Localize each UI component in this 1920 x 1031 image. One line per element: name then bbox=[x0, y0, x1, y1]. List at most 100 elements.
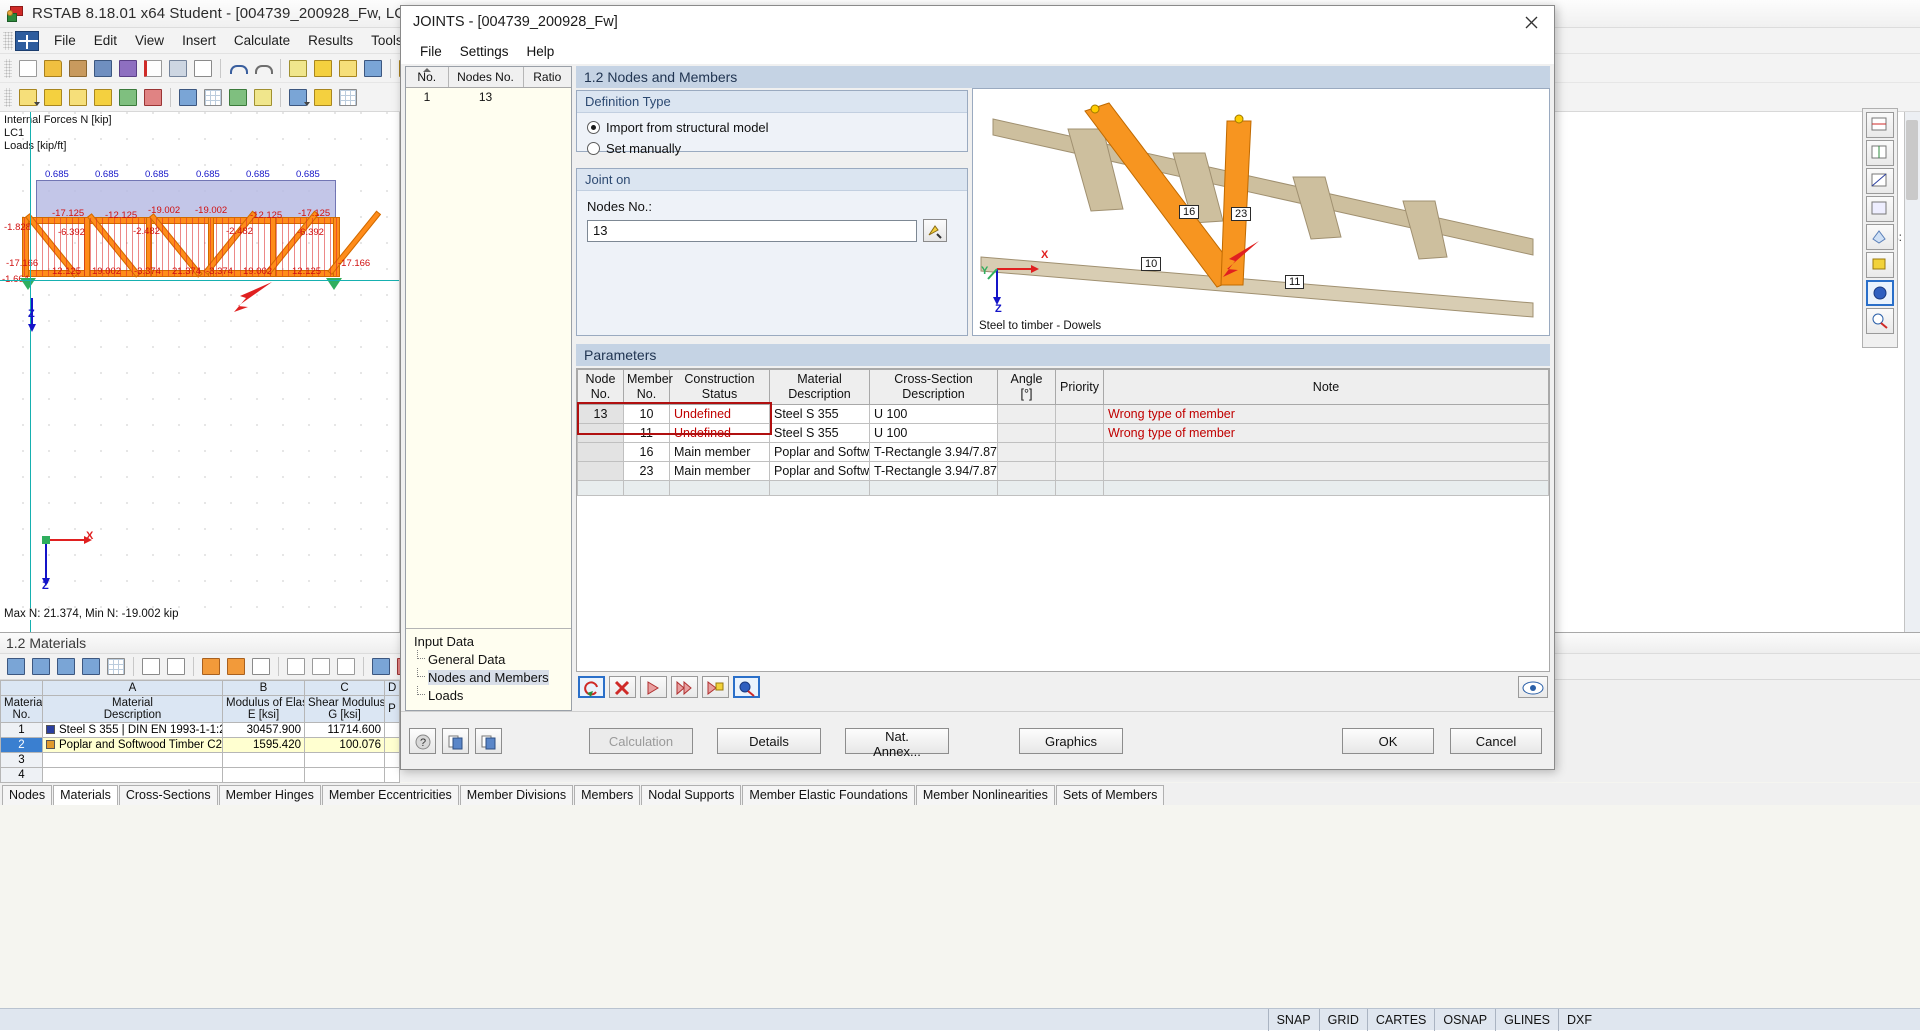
table-nodes-icon[interactable] bbox=[4, 655, 28, 678]
table-sections-icon[interactable] bbox=[54, 655, 78, 678]
cell-priority[interactable] bbox=[1056, 424, 1104, 443]
shear-modulus[interactable] bbox=[305, 768, 385, 783]
menu-file[interactable]: File bbox=[45, 29, 85, 52]
menu-view[interactable]: View bbox=[126, 29, 173, 52]
list-item[interactable]: 1 13 bbox=[406, 88, 571, 107]
cell-cross-section[interactable]: T-Rectangle 3.94/7.87 bbox=[870, 462, 998, 481]
tab-member-elastic-foundations[interactable]: Member Elastic Foundations bbox=[742, 785, 914, 805]
select-objects-icon[interactable] bbox=[361, 57, 385, 80]
save-icon[interactable] bbox=[116, 57, 140, 80]
cell-note[interactable]: Wrong type of member bbox=[1104, 405, 1549, 424]
eye-icon[interactable] bbox=[1518, 676, 1548, 698]
table-refresh-icon[interactable] bbox=[249, 655, 273, 678]
status-glines[interactable]: GLINES bbox=[1495, 1009, 1558, 1031]
refresh-icon[interactable] bbox=[578, 676, 605, 698]
status-snap[interactable]: SNAP bbox=[1268, 1009, 1319, 1031]
shear-modulus[interactable]: 100.076 bbox=[305, 738, 385, 753]
tab-member-eccentricities[interactable]: Member Eccentricities bbox=[322, 785, 459, 805]
render-toggle-icon[interactable] bbox=[1866, 252, 1894, 278]
parameters-table[interactable]: Node No. Member No. Construction bbox=[577, 369, 1549, 496]
cell-material-description[interactable]: Steel S 355 bbox=[770, 424, 870, 443]
tab-materials[interactable]: Materials bbox=[53, 785, 118, 805]
cell-construction-status[interactable]: Main member bbox=[670, 462, 770, 481]
dialog-menu-help[interactable]: Help bbox=[518, 41, 564, 62]
cell-member-no[interactable]: 10 bbox=[624, 405, 670, 424]
table-row[interactable]: 13 10 Undefined Steel S 355 U 100 Wrong … bbox=[578, 405, 1549, 424]
rotate-view-icon[interactable] bbox=[336, 57, 360, 80]
table-members-icon[interactable] bbox=[79, 655, 103, 678]
cell-angle[interactable] bbox=[998, 424, 1056, 443]
cell-priority[interactable] bbox=[1056, 481, 1104, 496]
status-cartes[interactable]: CARTES bbox=[1367, 1009, 1434, 1031]
table-clear-icon[interactable] bbox=[369, 655, 393, 678]
fast-forward-icon[interactable] bbox=[671, 676, 698, 698]
tab-member-divisions[interactable]: Member Divisions bbox=[460, 785, 573, 805]
dialog-menu-settings[interactable]: Settings bbox=[451, 41, 518, 62]
cell-material-description[interactable] bbox=[770, 481, 870, 496]
cell-cross-section[interactable] bbox=[870, 481, 998, 496]
joints-col-no[interactable]: No. bbox=[406, 67, 448, 88]
graphics-button[interactable]: Graphics bbox=[1019, 728, 1123, 754]
toolbar-grip[interactable] bbox=[4, 88, 12, 107]
tab-sets-of-members[interactable]: Sets of Members bbox=[1056, 785, 1164, 805]
cell-cross-section[interactable]: T-Rectangle 3.94/7.87 bbox=[870, 443, 998, 462]
view-back-icon[interactable] bbox=[1866, 140, 1894, 166]
render-model-icon[interactable] bbox=[286, 57, 310, 80]
cell-construction-status[interactable]: Undefined bbox=[670, 405, 770, 424]
table-materials-icon[interactable] bbox=[29, 655, 53, 678]
menu-edit[interactable]: Edit bbox=[85, 29, 126, 52]
help-icon[interactable]: ? bbox=[409, 728, 436, 754]
poisson-cell[interactable] bbox=[385, 768, 400, 783]
new-file-icon[interactable] bbox=[16, 57, 40, 80]
joints-col-ratio[interactable]: Ratio bbox=[523, 67, 571, 88]
tab-nodes[interactable]: Nodes bbox=[2, 785, 52, 805]
close-icon[interactable] bbox=[1508, 6, 1554, 38]
cell-member-no[interactable]: 16 bbox=[624, 443, 670, 462]
table-edit-icon[interactable] bbox=[199, 655, 223, 678]
material-description[interactable] bbox=[43, 753, 223, 768]
radio-import-from-structural-model[interactable]: Import from structural model bbox=[587, 117, 957, 138]
toolbar-grip[interactable] bbox=[4, 59, 12, 78]
cell-priority[interactable] bbox=[1056, 462, 1104, 481]
cancel-button[interactable]: Cancel bbox=[1450, 728, 1542, 754]
joints-col-nodes-no[interactable]: Nodes No. bbox=[448, 67, 523, 88]
printout-report-icon[interactable] bbox=[141, 57, 165, 80]
menu-insert[interactable]: Insert bbox=[173, 29, 225, 52]
table-new-icon[interactable] bbox=[224, 655, 248, 678]
print-preview-icon[interactable] bbox=[191, 57, 215, 80]
cell-angle[interactable] bbox=[998, 481, 1056, 496]
cell-member-no[interactable]: 23 bbox=[624, 462, 670, 481]
new-line-icon[interactable] bbox=[41, 86, 65, 109]
tree-item-loads[interactable]: Loads bbox=[412, 686, 571, 704]
poisson-cell[interactable] bbox=[385, 738, 400, 753]
table-row[interactable]: 4 bbox=[1, 768, 400, 783]
tree-item-nodes-and-members[interactable]: Nodes and Members bbox=[412, 668, 571, 686]
cell-note[interactable]: Wrong type of member bbox=[1104, 424, 1549, 443]
next-icon[interactable] bbox=[640, 676, 667, 698]
cell-note[interactable] bbox=[1104, 481, 1549, 496]
view-front-icon[interactable] bbox=[1866, 112, 1894, 138]
cell-member-no[interactable] bbox=[624, 481, 670, 496]
cell-member-no[interactable]: 11 bbox=[624, 424, 670, 443]
cell-node-no[interactable] bbox=[578, 462, 624, 481]
cell-node-no[interactable] bbox=[578, 481, 624, 496]
cell-note[interactable] bbox=[1104, 462, 1549, 481]
material-description[interactable]: Steel S 355 | DIN EN 1993-1-1:2010-12 bbox=[43, 723, 223, 738]
open-file-icon[interactable] bbox=[41, 57, 65, 80]
table-row[interactable]: 23 Main member Poplar and Softwo T-Recta… bbox=[578, 462, 1549, 481]
nodes-no-input[interactable] bbox=[587, 220, 917, 242]
model-graphics-view[interactable]: Internal Forces N [kip] LC1 Loads [kip/f… bbox=[0, 112, 400, 632]
calculation-button[interactable]: Calculation bbox=[589, 728, 693, 754]
table-row[interactable]: 11 Undefined Steel S 355 U 100 Wrong typ… bbox=[578, 424, 1549, 443]
tree-item-general-data[interactable]: General Data bbox=[412, 650, 571, 668]
table-copy-icon[interactable] bbox=[334, 655, 358, 678]
table-row[interactable]: 16 Main member Poplar and Softwo T-Recta… bbox=[578, 443, 1549, 462]
redo-icon[interactable] bbox=[251, 57, 275, 80]
table-row[interactable]: 3 bbox=[1, 753, 400, 768]
zoom-select-icon[interactable] bbox=[311, 57, 335, 80]
cell-angle[interactable] bbox=[998, 462, 1056, 481]
table-filter-icon[interactable] bbox=[284, 655, 308, 678]
nat-annex-button[interactable]: Nat. Annex... bbox=[845, 728, 949, 754]
status-dxf[interactable]: DXF bbox=[1558, 1009, 1600, 1031]
shear-modulus[interactable]: 11714.600 bbox=[305, 723, 385, 738]
